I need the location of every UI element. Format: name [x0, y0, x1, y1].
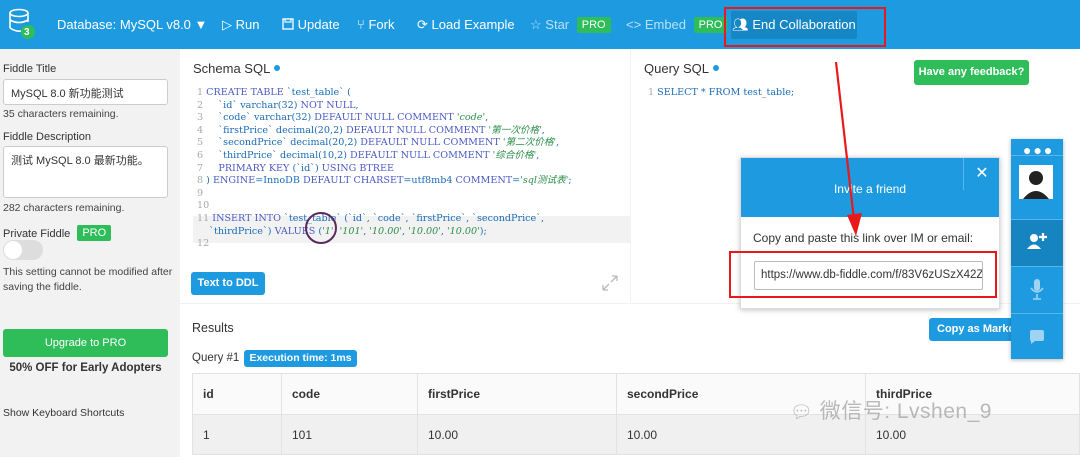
column-header: id — [192, 373, 282, 415]
fork-label: Fork — [368, 17, 395, 32]
pro-badge: PRO — [77, 225, 112, 241]
results-title: Results — [192, 321, 234, 335]
fork-icon: ⑂ — [357, 17, 365, 32]
add-user-icon — [1027, 233, 1047, 249]
pro-badge: PRO — [693, 17, 728, 33]
annotation-arrow — [834, 61, 862, 236]
schema-sql-title: Schema SQL — [193, 61, 281, 76]
update-button[interactable]: Update — [282, 17, 340, 32]
query-number-label: Query #1 — [192, 352, 240, 364]
query-sql-editor[interactable]: 1 SELECT * FROM test_table; — [648, 87, 794, 100]
fiddle-title-input[interactable]: MySQL 8.0 新功能测试 — [3, 79, 168, 105]
collaborator-avatar-slot — [1011, 155, 1063, 208]
database-logo-icon[interactable] — [8, 8, 36, 40]
fiddle-title-label: Fiddle Title — [3, 63, 57, 75]
chat-button[interactable] — [1011, 313, 1063, 360]
status-dot-icon — [274, 65, 281, 71]
database-select[interactable]: Database: MySQL v8.0 ▼ — [57, 17, 207, 32]
column-header: firstPrice — [417, 373, 617, 415]
microphone-icon — [1030, 279, 1044, 300]
schema-sql-editor[interactable]: 1 CREATE TABLE `test_table` ( 2 `id` var… — [197, 87, 572, 251]
query-line-number: 1 — [648, 87, 655, 98]
wechat-icon: 💬︎ — [790, 402, 814, 422]
top-bar: 3 Database: MySQL v8.0 ▼ ▷ Run Update ⑂ … — [0, 0, 1080, 49]
fork-button[interactable]: ⑂ Fork — [357, 17, 394, 32]
table-cell: 10.00 — [417, 414, 617, 455]
private-fiddle-label: Private Fiddle PRO — [3, 225, 112, 241]
save-icon — [282, 18, 294, 30]
query-sql-title-text: Query SQL — [644, 61, 710, 76]
private-fiddle-note: This setting cannot be modified after sa… — [3, 266, 173, 293]
private-fiddle-toggle[interactable] — [3, 240, 43, 260]
update-label: Update — [297, 17, 340, 32]
text-to-ddl-button[interactable]: Text to DDL — [191, 272, 265, 295]
load-example-button[interactable]: ⟳ Load Example — [417, 17, 515, 33]
toggle-knob — [4, 241, 22, 259]
feedback-button[interactable]: Have any feedback? — [914, 60, 1029, 85]
title-remaining-text: 35 characters remaining. — [3, 108, 119, 120]
private-fiddle-text: Private Fiddle — [3, 228, 71, 240]
play-icon: ▷ — [222, 17, 232, 32]
invite-popup-header: Invite a friend — [741, 158, 999, 217]
close-icon[interactable]: ✕ — [963, 158, 1000, 190]
column-header: code — [281, 373, 418, 415]
table-cell: 101 — [281, 414, 418, 455]
star-button[interactable]: ☆ Star PRO — [530, 17, 611, 33]
collaboration-widget: ●●● — [1011, 139, 1063, 359]
annotation-highlight-box — [729, 251, 997, 298]
chat-bubble-icon — [1030, 330, 1044, 344]
table-cell: 1 — [192, 414, 282, 455]
embed-button[interactable]: <> Embed PRO — [626, 17, 728, 33]
description-remaining-text: 282 characters remaining. — [3, 202, 125, 214]
query-sql-title: Query SQL — [644, 61, 720, 76]
database-select-label: Database: MySQL v8.0 ▼ — [57, 17, 208, 32]
sidebar: Fiddle Title MySQL 8.0 新功能测试 35 characte… — [0, 49, 180, 457]
early-adopter-offer: 50% OFF for Early Adopters — [9, 362, 162, 374]
pro-badge: PRO — [576, 17, 611, 33]
refresh-icon: ⟳ — [417, 17, 428, 32]
status-dot-icon — [713, 65, 720, 71]
execution-time-badge: Execution time: 1ms — [244, 350, 357, 367]
avatar[interactable] — [1019, 165, 1053, 199]
watermark: 💬︎ 微信号: Lvshen_9 — [790, 395, 992, 425]
fiddle-description-label: Fiddle Description — [3, 131, 92, 143]
add-user-button[interactable] — [1011, 219, 1063, 266]
star-label: Star — [545, 17, 570, 32]
expand-icon[interactable] — [601, 274, 619, 292]
query-sql-text: SELECT * FROM test_table; — [657, 87, 795, 98]
schema-sql-title-text: Schema SQL — [193, 61, 271, 76]
voice-chat-button[interactable] — [1011, 266, 1063, 313]
load-example-label: Load Example — [431, 17, 515, 32]
watermark-text: 微信号: Lvshen_9 — [819, 400, 992, 423]
show-keyboard-shortcuts-link[interactable]: Show Keyboard Shortcuts — [3, 407, 124, 419]
run-button[interactable]: ▷ Run — [222, 17, 259, 33]
embed-label: Embed — [644, 17, 687, 32]
star-icon: ☆ — [530, 17, 542, 32]
upgrade-to-pro-button[interactable]: Upgrade to PRO — [3, 329, 168, 357]
annotation-highlight-box — [724, 7, 886, 47]
collaborator-count: 3 — [24, 27, 30, 38]
cursor-annotation-circle — [305, 212, 337, 244]
run-label: Run — [235, 17, 260, 32]
fiddle-description-input[interactable]: 测试 MySQL 8.0 最新功能。 — [3, 146, 168, 198]
code-icon: <> — [626, 17, 642, 32]
